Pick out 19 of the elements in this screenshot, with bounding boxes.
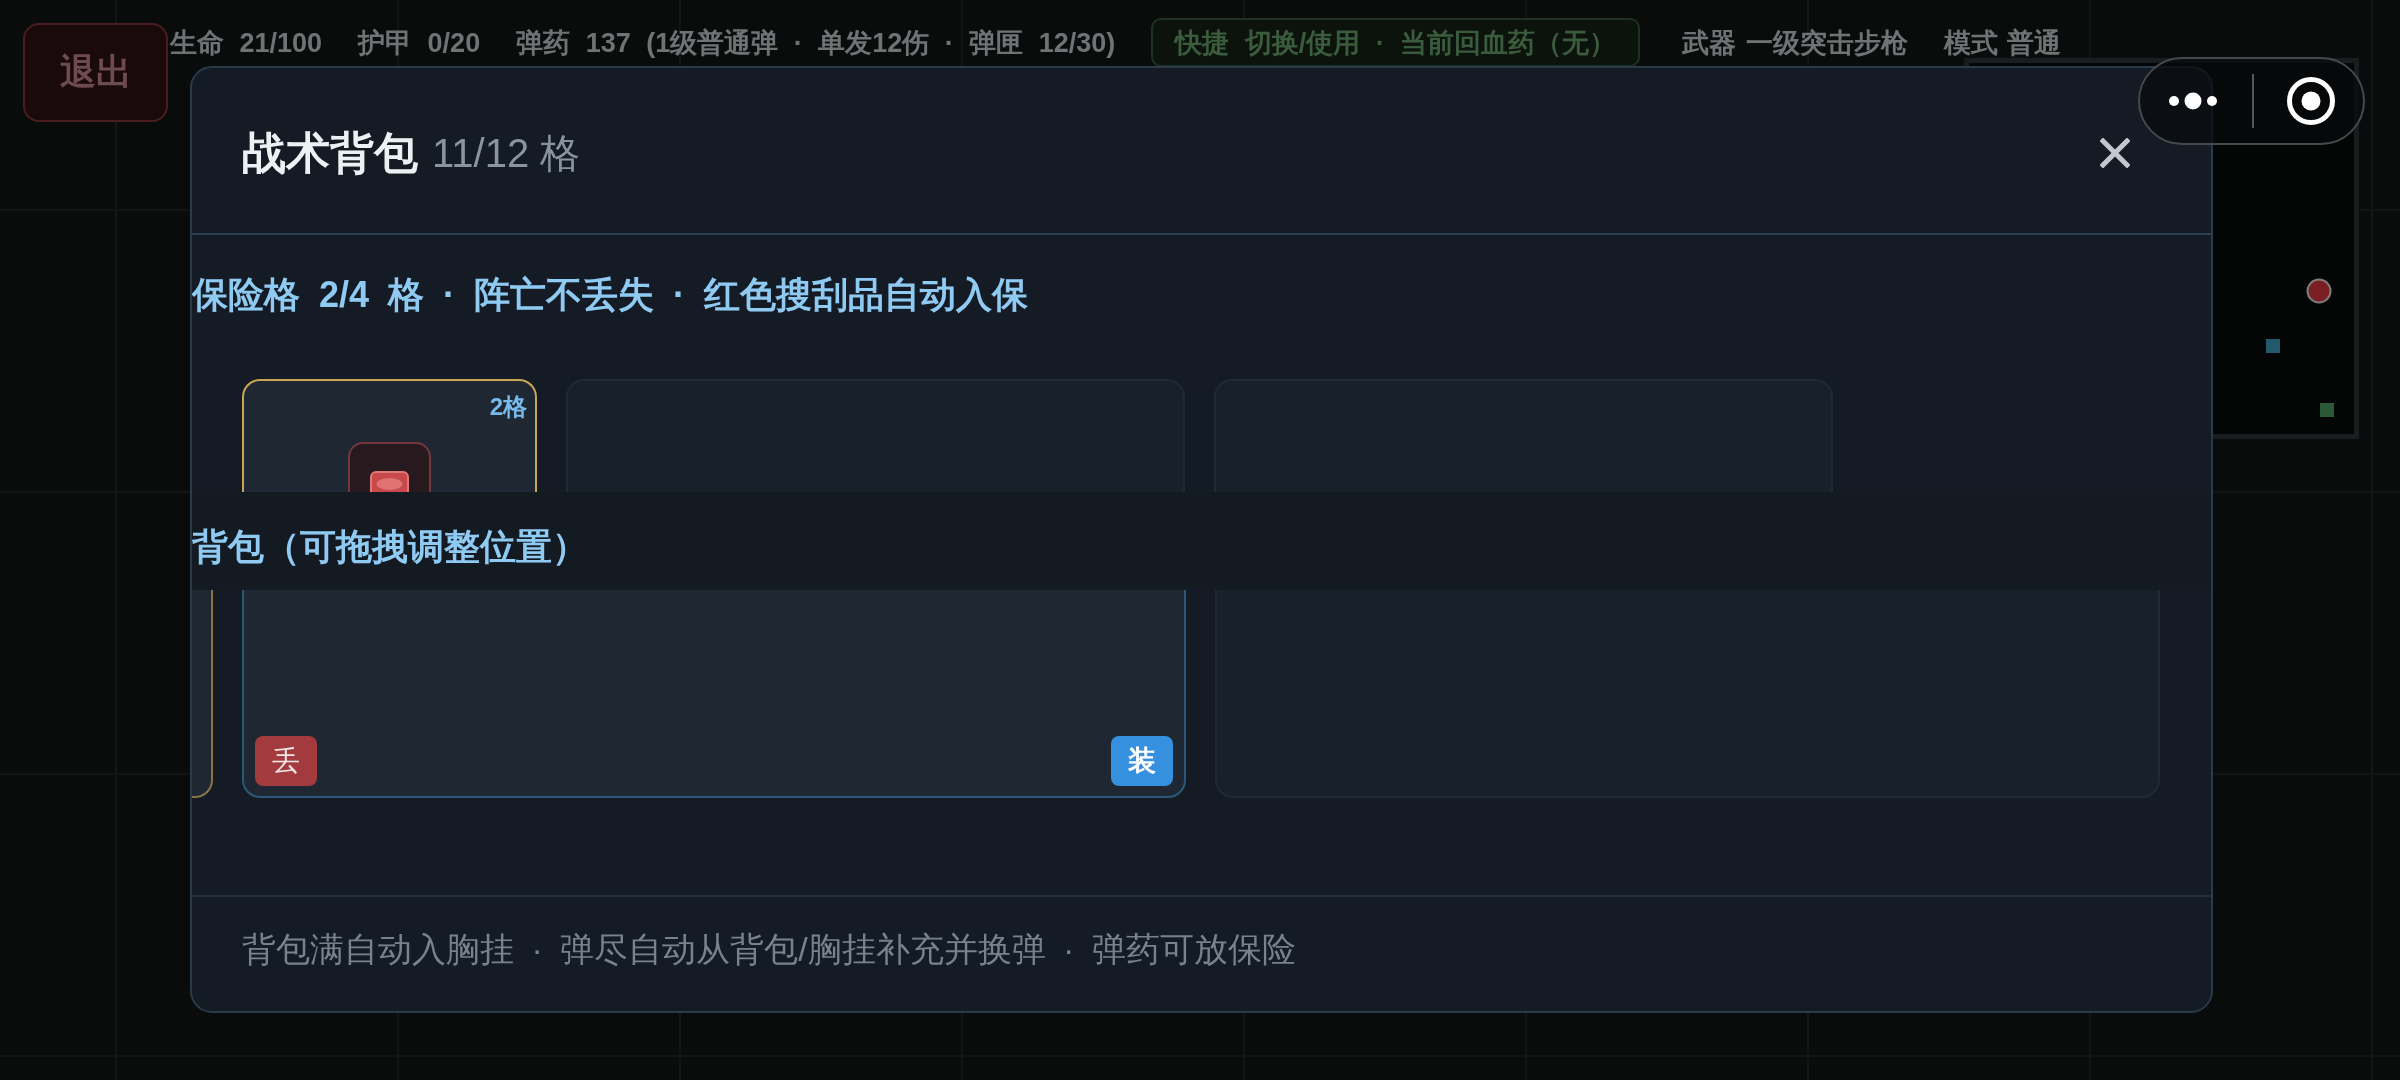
section-title: 背包（可拖拽调整位置）: [192, 525, 588, 569]
mode-text: 模式 普通: [1943, 27, 2062, 58]
stat-text: 护甲 0/20: [358, 27, 481, 58]
stat-text: 弹药 137 (1级普通弹 · 单发12伤 · 弹匣 12/30): [516, 27, 1116, 58]
modal-title: 战术背包: [242, 126, 418, 179]
footer-hint: 背包满自动入胸挂 · 弹尽自动从背包/胸挂补充并换弹 · 弹药可放保险: [242, 929, 1296, 970]
size-label: 2格: [489, 393, 527, 421]
equip-button[interactable]: 装: [1111, 736, 1173, 786]
item-card[interactable]: 丢 装: [242, 590, 1186, 798]
close-icon[interactable]: [2100, 137, 2130, 168]
capacity-text: 11/12 格: [432, 129, 581, 177]
target-icon[interactable]: [2287, 77, 2335, 125]
more-icon[interactable]: [2169, 92, 2217, 110]
item-card[interactable]: 2格: [242, 379, 537, 492]
stat-text: 生命 21/100: [170, 27, 323, 58]
weapon-text: 武器 一级突击步枪: [1682, 27, 1908, 58]
drop-button[interactable]: 丢: [255, 736, 317, 786]
item-icon: [348, 442, 431, 492]
item-card[interactable]: [192, 590, 213, 798]
